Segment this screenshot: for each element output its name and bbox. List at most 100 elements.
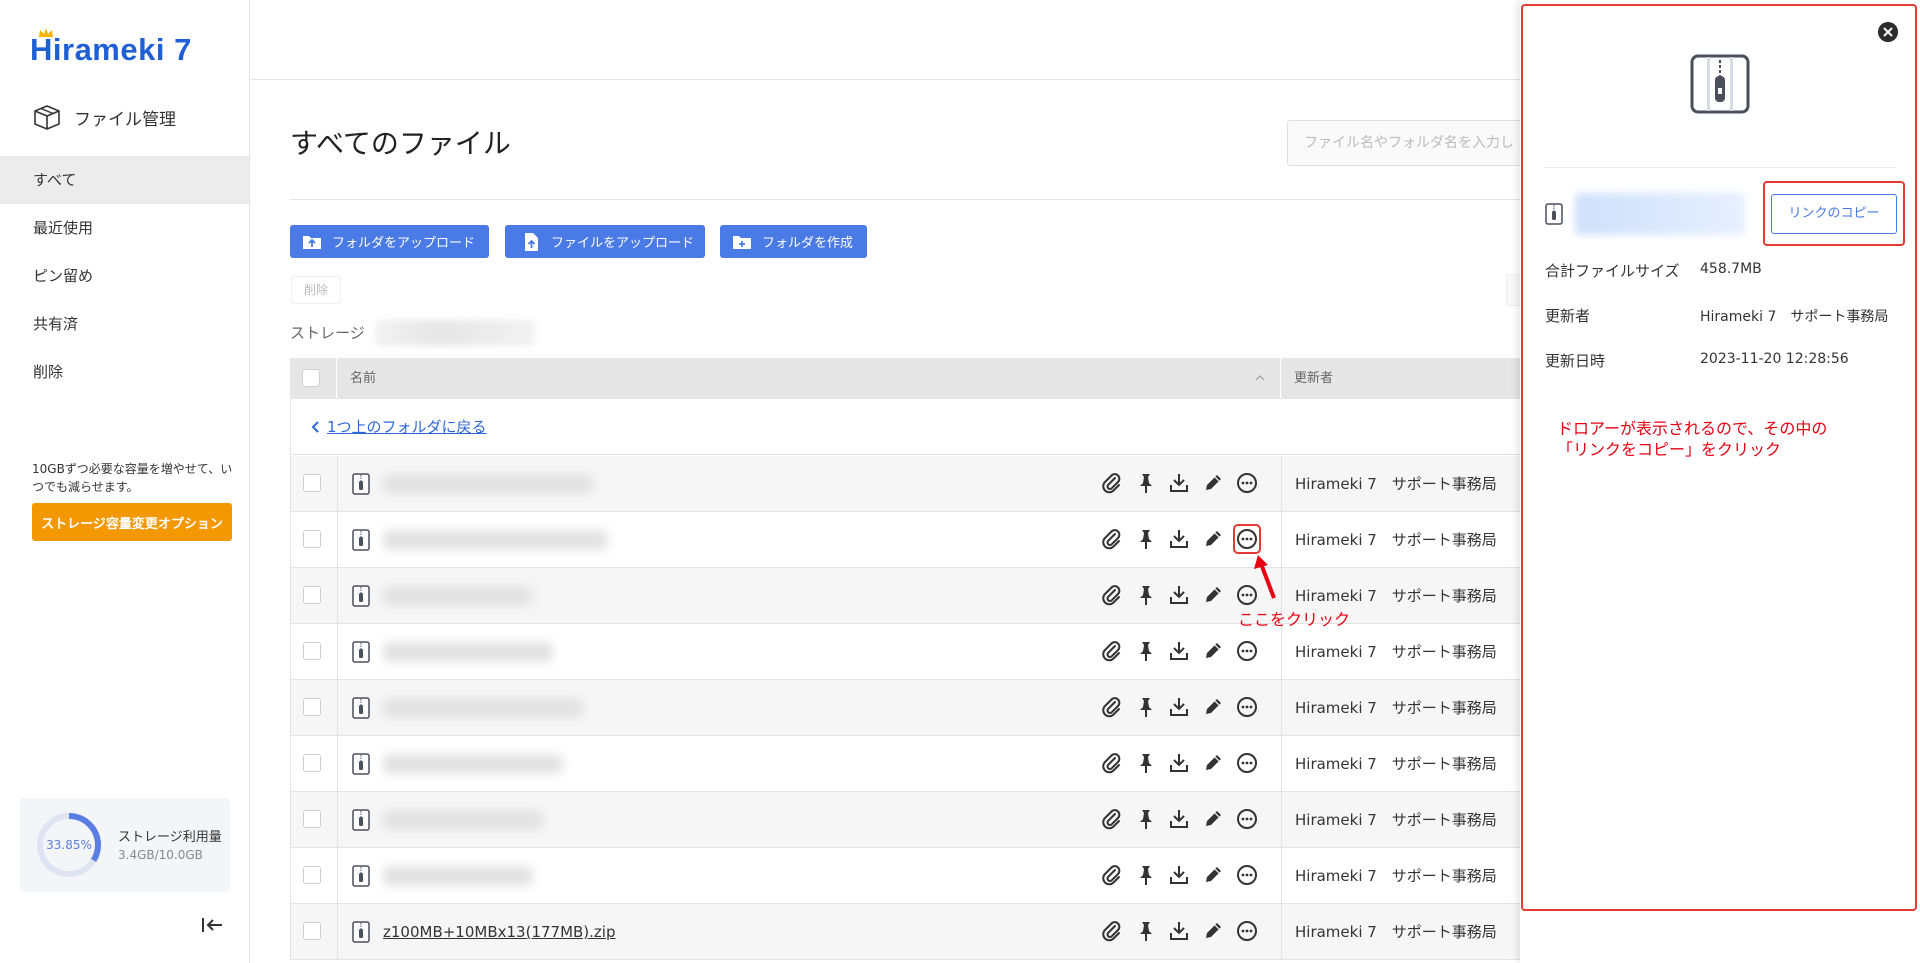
edit-button[interactable] [1201, 526, 1225, 552]
sidebar-item-deleted[interactable]: 削除 [0, 348, 249, 396]
more-icon [1237, 697, 1257, 717]
row-checkbox[interactable] [303, 530, 321, 548]
delete-button[interactable]: 削除 [291, 276, 341, 304]
edit-button[interactable] [1201, 750, 1225, 776]
attach-button[interactable] [1099, 470, 1123, 496]
edit-button[interactable] [1201, 806, 1225, 832]
download-button[interactable] [1167, 750, 1191, 776]
search-input[interactable]: ファイル名やフォルダ名を入力し [1287, 120, 1537, 166]
row-checkbox[interactable] [303, 474, 321, 492]
more-button[interactable] [1235, 918, 1259, 944]
more-button[interactable] [1235, 750, 1259, 776]
upload-folder-button[interactable]: フォルダをアップロード [290, 225, 489, 258]
zip-file-icon [352, 697, 370, 719]
more-button[interactable] [1233, 524, 1261, 554]
pin-button[interactable] [1133, 918, 1157, 944]
file-name-link[interactable]: z100MB+10MBx13(177MB).zip [383, 904, 616, 960]
file-name-blurred [383, 810, 543, 830]
more-button[interactable] [1235, 470, 1259, 496]
table-row[interactable]: Hirameki 7 サポート事務局 [290, 848, 1520, 904]
download-button[interactable] [1167, 470, 1191, 496]
copy-link-button[interactable]: リンクのコピー [1771, 194, 1897, 234]
download-button[interactable] [1167, 694, 1191, 720]
download-button[interactable] [1167, 582, 1191, 608]
edit-button[interactable] [1201, 862, 1225, 888]
upload-file-button[interactable]: ファイルをアップロード [505, 225, 705, 258]
edit-button[interactable] [1201, 582, 1225, 608]
pin-button[interactable] [1133, 582, 1157, 608]
pin-button[interactable] [1133, 694, 1157, 720]
pin-button[interactable] [1133, 470, 1157, 496]
attach-button[interactable] [1099, 582, 1123, 608]
row-checkbox[interactable] [303, 866, 321, 884]
sidebar-item-recent[interactable]: 最近使用 [0, 204, 249, 252]
close-icon[interactable] [1878, 22, 1898, 42]
file-name-blurred [1575, 193, 1745, 235]
create-folder-button[interactable]: フォルダを作成 [720, 225, 867, 258]
storage-option-button[interactable]: ストレージ容量変更オプション [32, 503, 232, 541]
pin-button[interactable] [1133, 750, 1157, 776]
download-button[interactable] [1167, 918, 1191, 944]
table-row[interactable]: Hirameki 7 サポート事務局 [290, 456, 1520, 512]
download-button[interactable] [1167, 638, 1191, 664]
attach-icon [1102, 585, 1121, 606]
zip-file-icon [352, 585, 370, 607]
row-checkbox[interactable] [303, 586, 321, 604]
table-row[interactable]: Hirameki 7 サポート事務局 [290, 736, 1520, 792]
col-divider [337, 848, 338, 904]
more-button[interactable] [1235, 638, 1259, 664]
pin-button[interactable] [1133, 526, 1157, 552]
back-link-label: 1つ上のフォルダに戻る [327, 418, 487, 436]
attach-button[interactable] [1099, 694, 1123, 720]
pin-button[interactable] [1133, 638, 1157, 664]
table-row[interactable]: z100MB+10MBx13(177MB).zip Hirameki 7 サポート… [290, 904, 1520, 960]
edit-button[interactable] [1201, 918, 1225, 944]
attach-button[interactable] [1099, 526, 1123, 552]
edit-button[interactable] [1201, 638, 1225, 664]
pin-button[interactable] [1133, 862, 1157, 888]
back-to-parent-link[interactable]: 1つ上のフォルダに戻る [311, 399, 487, 455]
attach-button[interactable] [1099, 862, 1123, 888]
download-button[interactable] [1167, 862, 1191, 888]
col-divider [337, 624, 338, 680]
updated-at-value: 2023-11-20 12:28:56 [1700, 351, 1849, 367]
download-icon [1170, 530, 1188, 548]
collapse-sidebar-icon[interactable] [200, 915, 224, 935]
more-button[interactable] [1235, 694, 1259, 720]
sidebar-item-pinned[interactable]: ピン留め [0, 252, 249, 300]
attach-button[interactable] [1099, 918, 1123, 944]
download-icon [1170, 698, 1188, 716]
table-row[interactable]: Hirameki 7 サポート事務局 [290, 512, 1520, 568]
attach-button[interactable] [1099, 750, 1123, 776]
total-size-value: 458.7MB [1700, 261, 1762, 277]
logo[interactable]: Hirameki 7 [30, 28, 192, 68]
row-checkbox[interactable] [303, 698, 321, 716]
row-checkbox[interactable] [303, 922, 321, 940]
table-row[interactable]: Hirameki 7 サポート事務局 [290, 624, 1520, 680]
sidebar-item-all[interactable]: すべて [0, 156, 249, 204]
more-button[interactable] [1235, 862, 1259, 888]
sort-up-icon[interactable] [1254, 372, 1266, 384]
zip-file-icon [1690, 54, 1750, 114]
col-divider [337, 568, 338, 624]
table-row[interactable]: Hirameki 7 サポート事務局 [290, 680, 1520, 736]
row-actions [1099, 582, 1259, 608]
column-name-header[interactable]: 名前 [350, 358, 376, 399]
download-button[interactable] [1167, 526, 1191, 552]
row-checkbox[interactable] [303, 754, 321, 772]
table-row[interactable]: Hirameki 7 サポート事務局 [290, 792, 1520, 848]
sidebar-item-shared[interactable]: 共有済 [0, 300, 249, 348]
edit-button[interactable] [1201, 694, 1225, 720]
row-checkbox[interactable] [303, 642, 321, 660]
attach-button[interactable] [1099, 806, 1123, 832]
column-updater-header[interactable]: 更新者 [1294, 358, 1333, 399]
select-all-checkbox[interactable] [302, 369, 320, 387]
edit-button[interactable] [1201, 470, 1225, 496]
pin-button[interactable] [1133, 806, 1157, 832]
updated-at-label: 更新日時 [1545, 352, 1606, 370]
more-button[interactable] [1235, 806, 1259, 832]
more-icon [1237, 865, 1257, 885]
row-checkbox[interactable] [303, 810, 321, 828]
download-button[interactable] [1167, 806, 1191, 832]
attach-button[interactable] [1099, 638, 1123, 664]
